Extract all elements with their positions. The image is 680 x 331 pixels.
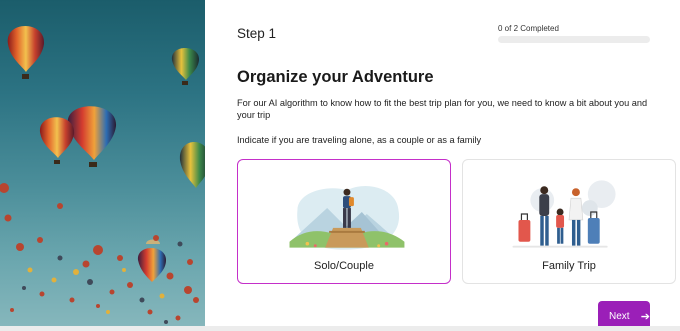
question-instruction: Indicate if you are traveling alone, as … <box>237 135 482 145</box>
onboarding-panel: Step 1 0 of 2 Completed Organize your Ad… <box>205 0 680 331</box>
option-label: Family Trip <box>542 260 596 272</box>
page-title: Organize your Adventure <box>237 68 434 86</box>
next-button-label: Next <box>609 310 630 322</box>
progress-label: 0 of 2 Completed <box>498 24 559 33</box>
hiker-illustration-icon <box>289 186 405 250</box>
option-card-family-trip[interactable]: Family Trip <box>462 159 676 284</box>
family-illustration-icon <box>512 180 616 248</box>
page-description: For our AI algorithm to know how to fit … <box>237 98 648 120</box>
hot-air-balloons-image <box>0 26 205 324</box>
option-card-solo-couple[interactable]: Solo/Couple <box>237 159 451 284</box>
progress-bar <box>498 36 650 43</box>
option-label: Solo/Couple <box>314 260 374 272</box>
step-title: Step 1 <box>237 26 277 41</box>
arrow-right-icon: ➔ <box>640 311 650 323</box>
bottom-scrollbar[interactable] <box>0 326 680 331</box>
hero-image <box>0 0 205 331</box>
